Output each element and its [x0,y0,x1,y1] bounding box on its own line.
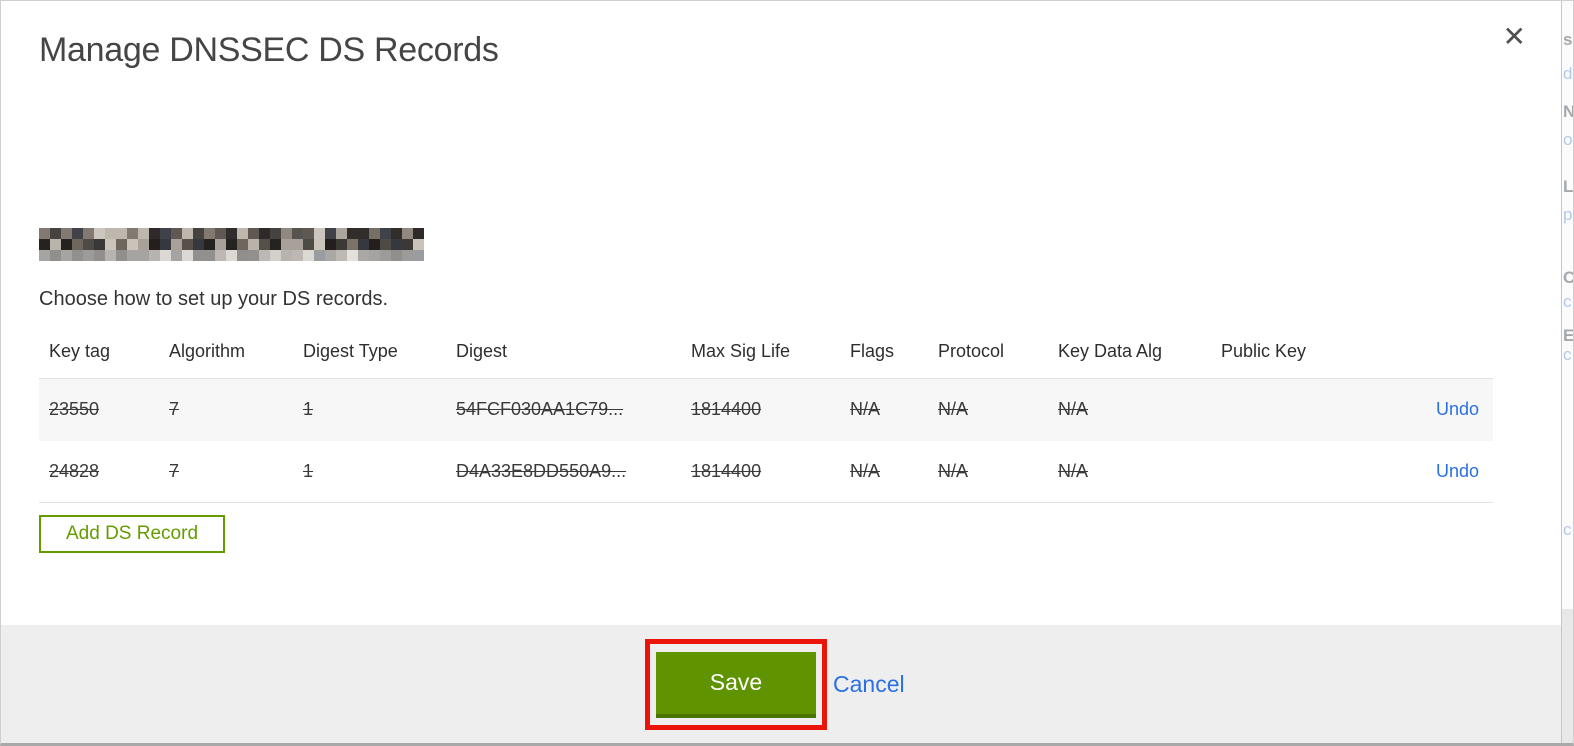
cell-max-sig-life: 1814400 [691,399,762,420]
background-text-fragment: L [1563,177,1573,196]
background-text-fragment: c [1563,520,1572,539]
close-icon[interactable]: ✕ [1503,23,1526,51]
cell-algorithm: 7 [159,440,293,503]
undo-link[interactable]: Undo [1436,399,1479,419]
ds-records-table: Key tag Algorithm Digest Type Digest Max Sig… [39,329,1493,503]
background-text-fragment: c [1563,292,1572,311]
cell-protocol: N/A [928,440,1048,503]
column-header-public-key: Public Key [1211,329,1381,379]
table-header-row: Key tag Algorithm Digest Type Digest Max Sig… [39,329,1493,379]
subtitle-text: Choose how to set up your DS records. [39,288,389,310]
background-text-fragment: E [1563,327,1573,344]
cell-digest: 54FCF030AA1C79... [456,399,624,420]
table-row: 24828 7 1 D4A33E8DD550A9... 1814400 N/A N/A N/A… [39,440,1493,503]
save-button[interactable]: Save [656,651,816,718]
background-page-footer [1562,609,1573,743]
dialog-title: Manage DNSSEC DS Records [39,31,499,69]
background-text-fragment: N [1563,103,1573,120]
background-text-fragment: c [1563,345,1572,364]
column-header-protocol: Protocol [928,329,1048,379]
column-header-algorithm: Algorithm [159,329,293,379]
redacted-domain-name [39,228,424,261]
dnssec-dialog: Manage DNSSEC DS Records ✕ Choose how to… [0,0,1574,746]
background-text-fragment: p [1563,205,1573,224]
column-header-digest: Digest [446,329,681,379]
background-text-fragment: d [1563,64,1573,83]
column-header-key-tag: Key tag [39,329,159,379]
column-header-digest-type: Digest Type [293,329,446,379]
undo-link[interactable]: Undo [1436,461,1479,481]
column-header-action [1381,329,1493,379]
cell-algorithm: 7 [169,399,180,420]
cancel-link[interactable]: Cancel [833,671,905,698]
column-header-flags: Flags [840,329,928,379]
cell-key-data-alg: N/A [1058,399,1089,420]
cell-digest: D4A33E8DD550A9... [446,440,681,503]
cell-public-key [1211,440,1381,503]
dialog-footer: Save Cancel [1,625,1573,743]
column-header-max-sig-life: Max Sig Life [681,329,840,379]
cell-flags: N/A [840,440,928,503]
cell-public-key [1211,379,1381,441]
background-page-strip: sdNoLpCcEcc [1561,1,1573,743]
background-text-fragment: s [1563,30,1573,49]
cell-key-data-alg: N/A [1048,440,1211,503]
cell-max-sig-life: 1814400 [681,440,840,503]
background-text-fragment: C [1563,269,1573,286]
add-ds-record-button[interactable]: Add DS Record [39,515,226,553]
cell-digest-type: 1 [293,440,446,503]
cell-key-tag: 23550 [49,399,100,420]
table-body: 23550 7 1 54FCF030AA1C79... 1814400 N/A N/A N/A… [39,378,1493,503]
annotation-red-box: Save [645,639,827,730]
cell-digest-type: 1 [303,399,314,420]
cell-action: Undo [1381,440,1493,503]
cell-protocol: N/A [938,399,969,420]
cell-flags: N/A [850,399,881,420]
column-header-key-data-alg: Key Data Alg [1048,329,1211,379]
cell-key-tag: 24828 [39,440,159,503]
background-text-fragment: o [1563,130,1573,149]
table-row: 23550 7 1 54FCF030AA1C79... 1814400 N/A N/A N/A… [39,378,1493,441]
cell-action: Undo [1381,379,1493,441]
